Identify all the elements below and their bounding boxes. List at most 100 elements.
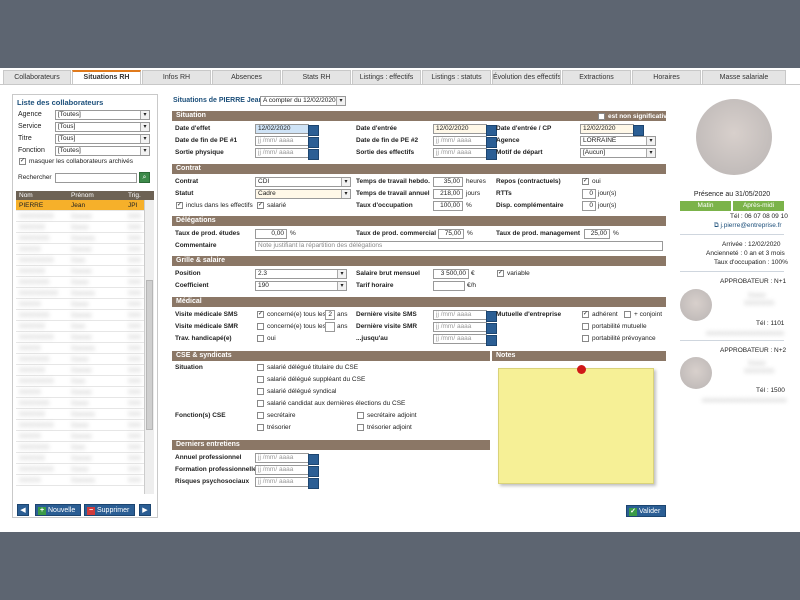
table-row[interactable]: XXXXXXX Xxxxx XXX xyxy=(16,354,144,365)
search-input[interactable] xyxy=(55,173,137,183)
table-row[interactable]: XXXXXXX Xxxxx XXX xyxy=(16,277,144,288)
visite-sms-years[interactable]: 2 xyxy=(325,310,335,320)
titre-select[interactable]: [Tous] xyxy=(55,134,150,144)
portabilite-mutuelle-checkbox[interactable] xyxy=(582,323,589,330)
col-nom[interactable]: Nom xyxy=(19,192,33,199)
table-row[interactable]: XXXXX Xxxxxx XXX xyxy=(16,387,144,398)
inclus-effectifs-checkbox[interactable]: ✓ xyxy=(176,202,183,209)
table-row[interactable]: XXXXXX Xxxxxx XXX xyxy=(16,266,144,277)
tab-infos-rh[interactable]: Infos RH xyxy=(142,70,211,84)
repos-checkbox[interactable]: ✓ xyxy=(582,178,589,185)
table-row[interactable]: XXXXX Xxxxxx XXX xyxy=(16,244,144,255)
table-row[interactable]: XXXXXXXX Xxxxx XXX xyxy=(16,420,144,431)
tab-situations-rh[interactable]: Situations RH xyxy=(72,70,141,84)
table-row[interactable]: XXXXXXXX Xxxx XXX xyxy=(16,376,144,387)
date-effet-input[interactable]: 12/02/2020 xyxy=(255,124,319,136)
email-link[interactable]: ⧉ j.pierre@entreprise.fr xyxy=(714,222,782,230)
next-button[interactable]: ▶ xyxy=(139,504,151,516)
tarif-input[interactable] xyxy=(433,281,465,291)
table-row[interactable]: XXXXX Xxxxxxx XXX xyxy=(16,475,144,486)
table-row[interactable]: XXXXXXXX Xxxxxx XXX xyxy=(16,332,144,343)
taux-occ-input[interactable]: 100,00 xyxy=(433,201,463,211)
supprimer-button[interactable]: − Supprimer xyxy=(84,504,135,516)
derniere-sms-input[interactable]: jj /mm/ aaaa xyxy=(433,310,497,322)
portabilite-prevoyance-checkbox[interactable] xyxy=(582,335,589,342)
tab-collaborateurs[interactable]: Collaborateurs xyxy=(3,70,71,84)
tresorier-adjoint-checkbox[interactable] xyxy=(357,424,364,431)
tab-listings-statuts[interactable]: Listings : statuts xyxy=(422,70,491,84)
valider-button[interactable]: ✓ Valider xyxy=(626,505,666,517)
table-row[interactable]: XXXXXXX Xxxxxxx XXX xyxy=(16,233,144,244)
table-row[interactable]: XXXXX Xxxxxx XXX xyxy=(16,431,144,442)
secretaire-adjoint-checkbox[interactable] xyxy=(357,412,364,419)
temps-hebdo-input[interactable]: 35,00 xyxy=(433,177,463,187)
table-row[interactable]: XXXXXXXX Xxxxxx XXX xyxy=(16,211,144,222)
table-row[interactable]: XXXXXXX Xxxxxx XXX xyxy=(16,310,144,321)
list-scrollbar[interactable] xyxy=(144,200,154,494)
coefficient-select[interactable]: 190 xyxy=(255,281,347,291)
tab-evolution-effectifs[interactable]: Évolution des effectifs xyxy=(492,70,561,84)
visite-sms-checkbox[interactable]: ✓ xyxy=(257,311,264,318)
conjoint-checkbox[interactable] xyxy=(624,311,631,318)
visite-smr-checkbox[interactable] xyxy=(257,323,264,330)
handicap-checkbox[interactable] xyxy=(257,335,264,342)
table-row[interactable]: XXXXXX Xxxx XXX xyxy=(16,321,144,332)
table-row[interactable]: XXXXXX Xxxxx XXX xyxy=(16,222,144,233)
tab-listings-effectifs[interactable]: Listings : effectifs xyxy=(352,70,421,84)
table-row[interactable]: XXXXXX Xxxxxxx XXX xyxy=(16,409,144,420)
derniere-smr-input[interactable]: jj /mm/ aaaa xyxy=(433,322,497,334)
taux-etudes-input[interactable]: 0,00 xyxy=(255,229,287,239)
fin-pe2-input[interactable]: jj /mm/ aaaa xyxy=(433,136,497,148)
table-row-selected[interactable]: PIERRE Jean JPI xyxy=(16,200,144,211)
prev-button[interactable]: ◀ xyxy=(17,504,29,516)
cse-syndical-checkbox[interactable] xyxy=(257,388,264,395)
table-row[interactable]: XXXXXX Xxxxxx XXX xyxy=(16,365,144,376)
col-prenom[interactable]: Prénom xyxy=(71,192,94,199)
nouvelle-button[interactable]: + Nouvelle xyxy=(35,504,81,516)
masquer-archives-checkbox[interactable]: ✓ xyxy=(19,158,26,165)
annuel-input[interactable]: jj /mm/ aaaa xyxy=(255,453,319,465)
table-row[interactable]: XXXXXXXX Xxxx XXX xyxy=(16,255,144,266)
salarie-checkbox[interactable]: ✓ xyxy=(257,202,264,209)
cse-suppleant-checkbox[interactable] xyxy=(257,376,264,383)
cse-titulaire-checkbox[interactable] xyxy=(257,364,264,371)
motif-select[interactable]: [Aucun] xyxy=(580,148,656,158)
table-row[interactable]: XXXXXXX Xxxxx XXX xyxy=(16,398,144,409)
tab-masse-salariale[interactable]: Masse salariale xyxy=(702,70,786,84)
sortie-physique-input[interactable]: jj /mm/ aaaa xyxy=(255,148,319,160)
scrollbar-thumb[interactable] xyxy=(146,280,153,430)
formation-input[interactable]: jj /mm/ aaaa xyxy=(255,465,319,477)
disp-input[interactable]: 0 xyxy=(582,201,596,211)
temps-annuel-input[interactable]: 218,00 xyxy=(433,189,463,199)
sortie-effectifs-input[interactable]: jj /mm/ aaaa xyxy=(433,148,497,160)
tab-extractions[interactable]: Extractions xyxy=(562,70,631,84)
adherent-checkbox[interactable]: ✓ xyxy=(582,311,589,318)
risques-input[interactable]: jj /mm/ aaaa xyxy=(255,477,319,489)
tab-horaires[interactable]: Horaires xyxy=(632,70,701,84)
taux-management-input[interactable]: 25,00 xyxy=(584,229,610,239)
tab-stats-rh[interactable]: Stats RH xyxy=(282,70,351,84)
agence-field[interactable]: LORRAINE xyxy=(580,136,656,146)
non-significative-checkbox[interactable] xyxy=(598,113,605,120)
table-row[interactable]: XXXXX Xxxxxxx XXX xyxy=(16,343,144,354)
statut-select[interactable]: Cadre xyxy=(255,189,351,199)
table-row[interactable]: XXXXX Xxxxx XXX xyxy=(16,299,144,310)
fin-pe1-input[interactable]: jj /mm/ aaaa xyxy=(255,136,319,148)
service-select[interactable]: [Tous] xyxy=(55,122,150,132)
table-row[interactable]: XXXXXXXX Xxxxx XXX xyxy=(16,464,144,475)
contrat-select[interactable]: CDI xyxy=(255,177,351,187)
date-entree-input[interactable]: 12/02/2020 xyxy=(433,124,497,136)
commentaire-input[interactable]: Note justifiant la répartition des délég… xyxy=(255,241,663,251)
variable-checkbox[interactable]: ✓ xyxy=(497,270,504,277)
cse-candidat-checkbox[interactable] xyxy=(257,400,264,407)
table-row[interactable]: XXXXXXX Xxxx XXX xyxy=(16,442,144,453)
notes-postit[interactable] xyxy=(498,365,654,484)
col-trig[interactable]: Trig. xyxy=(128,192,141,199)
salaire-input[interactable]: 3 500,00 xyxy=(433,269,469,279)
visite-smr-years[interactable] xyxy=(325,322,335,332)
fonction-select[interactable]: [Toutes] xyxy=(55,146,150,156)
jusqu-au-input[interactable]: jj /mm/ aaaa xyxy=(433,334,497,346)
secretaire-checkbox[interactable] xyxy=(257,412,264,419)
rtt-input[interactable]: 0 xyxy=(582,189,596,199)
agence-select[interactable]: [Toutes] xyxy=(55,110,150,120)
